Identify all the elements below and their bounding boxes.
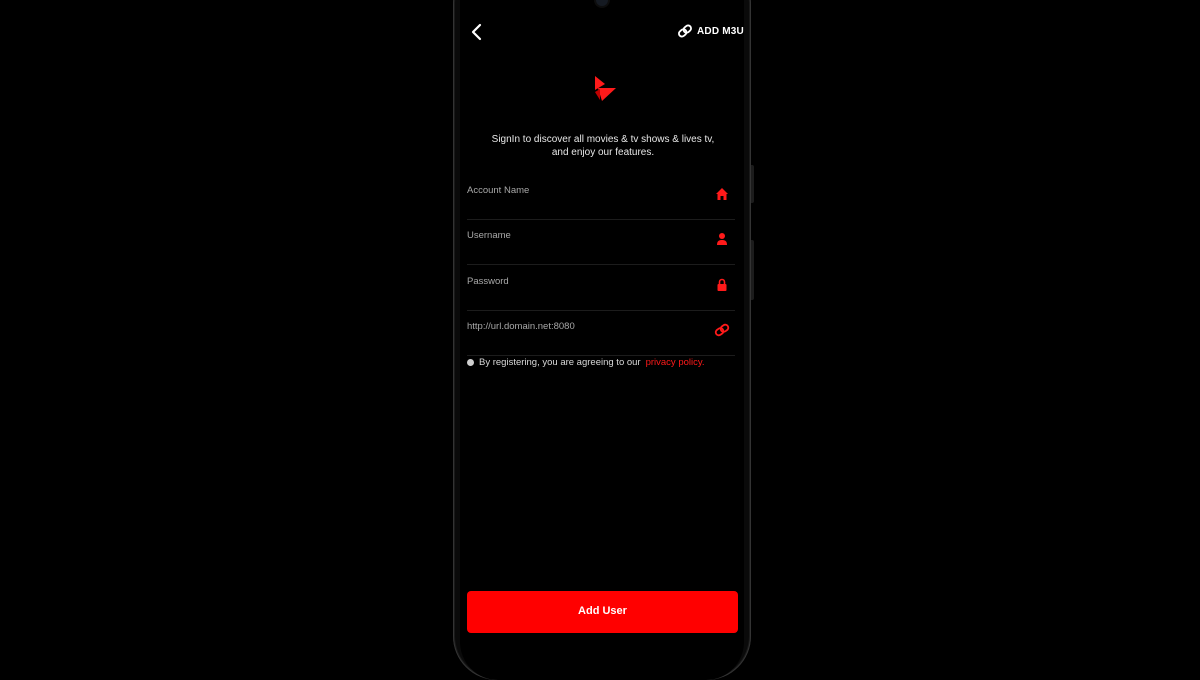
- account-name-field[interactable]: Account Name: [467, 185, 735, 220]
- home-icon: [716, 188, 728, 200]
- phone-side-button: [751, 165, 754, 203]
- user-icon: [717, 233, 727, 245]
- add-m3u-button[interactable]: ADD M3U: [677, 24, 744, 38]
- consent-radio[interactable]: [467, 359, 474, 366]
- privacy-consent: By registering, you are agreeing to our …: [467, 357, 705, 368]
- back-button[interactable]: [466, 20, 488, 44]
- link-icon: [714, 323, 730, 337]
- tagline-line-1: SignIn to discover all movies & tv shows…: [491, 134, 715, 145]
- username-field[interactable]: Username: [467, 230, 735, 265]
- account-name-placeholder: Account Name: [467, 185, 530, 196]
- password-field[interactable]: Password: [467, 276, 735, 311]
- consent-text: By registering, you are agreeing to our: [479, 357, 641, 368]
- server-url-placeholder: http://url.domain.net:8080: [467, 321, 575, 332]
- tagline-line-2: and enjoy our features.: [551, 147, 655, 158]
- add-m3u-label: ADD M3U: [697, 25, 744, 37]
- chevron-left-icon: [471, 23, 482, 41]
- password-placeholder: Password: [467, 276, 509, 287]
- privacy-policy-link[interactable]: privacy policy.: [646, 357, 705, 368]
- add-user-button[interactable]: Add User: [467, 591, 738, 633]
- server-url-field[interactable]: http://url.domain.net:8080: [467, 321, 735, 356]
- play-logo-icon: [595, 76, 616, 101]
- username-placeholder: Username: [467, 230, 511, 241]
- link-icon: [678, 24, 692, 38]
- lock-icon: [717, 278, 727, 291]
- phone-side-button: [751, 240, 754, 300]
